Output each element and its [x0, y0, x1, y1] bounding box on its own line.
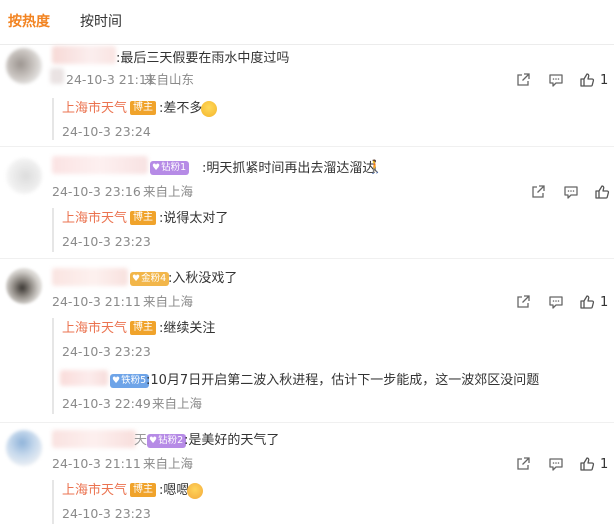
reply-time: 24-10-3 23:23: [62, 506, 151, 521]
divider: [0, 146, 614, 147]
avatar[interactable]: [6, 430, 42, 466]
reply-line: 上海市天气 博主:继续关注: [62, 320, 215, 338]
blogger-name[interactable]: 上海市天气: [62, 211, 127, 226]
share-icon[interactable]: [530, 184, 546, 200]
divider: [0, 258, 614, 259]
avatar[interactable]: [6, 48, 42, 84]
blogger-tag: 博主: [130, 321, 157, 335]
reply-time: 24-10-3 23:23: [62, 344, 151, 359]
comment-location: 来自上海: [143, 294, 194, 309]
blogger-tag: 博主: [130, 211, 157, 225]
reply-bar: [52, 480, 54, 524]
reply-bar: [52, 98, 54, 140]
username-fragment: 天: [134, 433, 148, 448]
reply-line: 上海市天气 博主:嗯嗯: [62, 482, 189, 500]
comment-text: :明天抓紧时间再出去溜达溜达: [202, 161, 376, 176]
reply-location: 来自上海: [152, 396, 203, 411]
laughing-face-icon: [201, 101, 217, 117]
comment-location: 来自山东: [144, 72, 195, 87]
walking-person-icon: 🚶: [367, 160, 384, 175]
sort-tabs: 按热度 按时间: [0, 0, 614, 45]
tab-time[interactable]: 按时间: [80, 13, 122, 31]
comment-time: 24-10-3 21:11: [66, 72, 155, 87]
like-count: 1: [600, 295, 609, 310]
username-fragment: [50, 68, 64, 84]
avatar[interactable]: [6, 268, 42, 304]
reply-bar: [52, 208, 54, 252]
reply-text: :嗯嗯: [159, 483, 190, 498]
comment-icon[interactable]: [548, 294, 564, 310]
reply-text: :说得太对了: [159, 211, 229, 226]
comment-text: :最后三天假要在雨水中度过吗: [116, 51, 290, 66]
comment-text: :入秋没戏了: [168, 271, 238, 286]
comment-time: 24-10-3 23:16: [52, 184, 141, 199]
like-icon[interactable]: [594, 184, 610, 200]
comment-time: 24-10-3 21:11: [52, 294, 141, 309]
comment-icon[interactable]: [563, 184, 579, 200]
like-count: 1: [600, 457, 609, 472]
comment-icon[interactable]: [548, 456, 564, 472]
share-icon[interactable]: [515, 294, 531, 310]
like-icon[interactable]: [579, 294, 595, 310]
reply-line: 上海市天气 博主:说得太对了: [62, 210, 228, 228]
reply-text: :继续关注: [159, 321, 216, 336]
username[interactable]: [52, 268, 128, 286]
share-icon[interactable]: [515, 456, 531, 472]
reply-time: 24-10-3 22:49: [62, 396, 151, 411]
fan-badge[interactable]: ♥钻粉1: [150, 161, 190, 175]
like-icon[interactable]: [579, 72, 595, 88]
fan-badge[interactable]: ♥铁粉5: [110, 374, 150, 388]
reply-bar: [52, 318, 54, 414]
username[interactable]: [52, 46, 116, 64]
reply-time: 24-10-3 23:23: [62, 234, 151, 249]
blogger-name[interactable]: 上海市天气: [62, 483, 127, 498]
fan-badge[interactable]: ♥钻粉2: [147, 434, 187, 448]
blogger-name[interactable]: 上海市天气: [62, 321, 127, 336]
like-count: 1: [600, 73, 609, 88]
fan-badge[interactable]: ♥金粉4: [130, 272, 170, 286]
blogger-name[interactable]: 上海市天气: [62, 101, 127, 116]
blushing-face-icon: [187, 483, 203, 499]
comment-location: 来自上海: [143, 456, 194, 471]
reply-time: 24-10-3 23:24: [62, 124, 151, 139]
reply-text: :差不多: [159, 101, 203, 116]
avatar[interactable]: [6, 158, 42, 194]
comment-text: :是美好的天气了: [184, 433, 280, 448]
tab-hot[interactable]: 按热度: [8, 13, 50, 31]
comment-location: 来自上海: [143, 184, 194, 199]
username[interactable]: [52, 430, 136, 448]
reply-text: :10月7日开启第二波入秋进程，估计下一步能成，这一波郊区没问题: [146, 373, 540, 388]
username[interactable]: [60, 370, 108, 386]
blogger-tag: 博主: [130, 101, 157, 115]
comment-icon[interactable]: [548, 72, 564, 88]
reply-line: 上海市天气 博主:差不多: [62, 100, 202, 118]
divider: [0, 422, 614, 423]
comment-time: 24-10-3 21:11: [52, 456, 141, 471]
share-icon[interactable]: [515, 72, 531, 88]
username[interactable]: [52, 156, 148, 174]
blogger-tag: 博主: [130, 483, 157, 497]
like-icon[interactable]: [579, 456, 595, 472]
